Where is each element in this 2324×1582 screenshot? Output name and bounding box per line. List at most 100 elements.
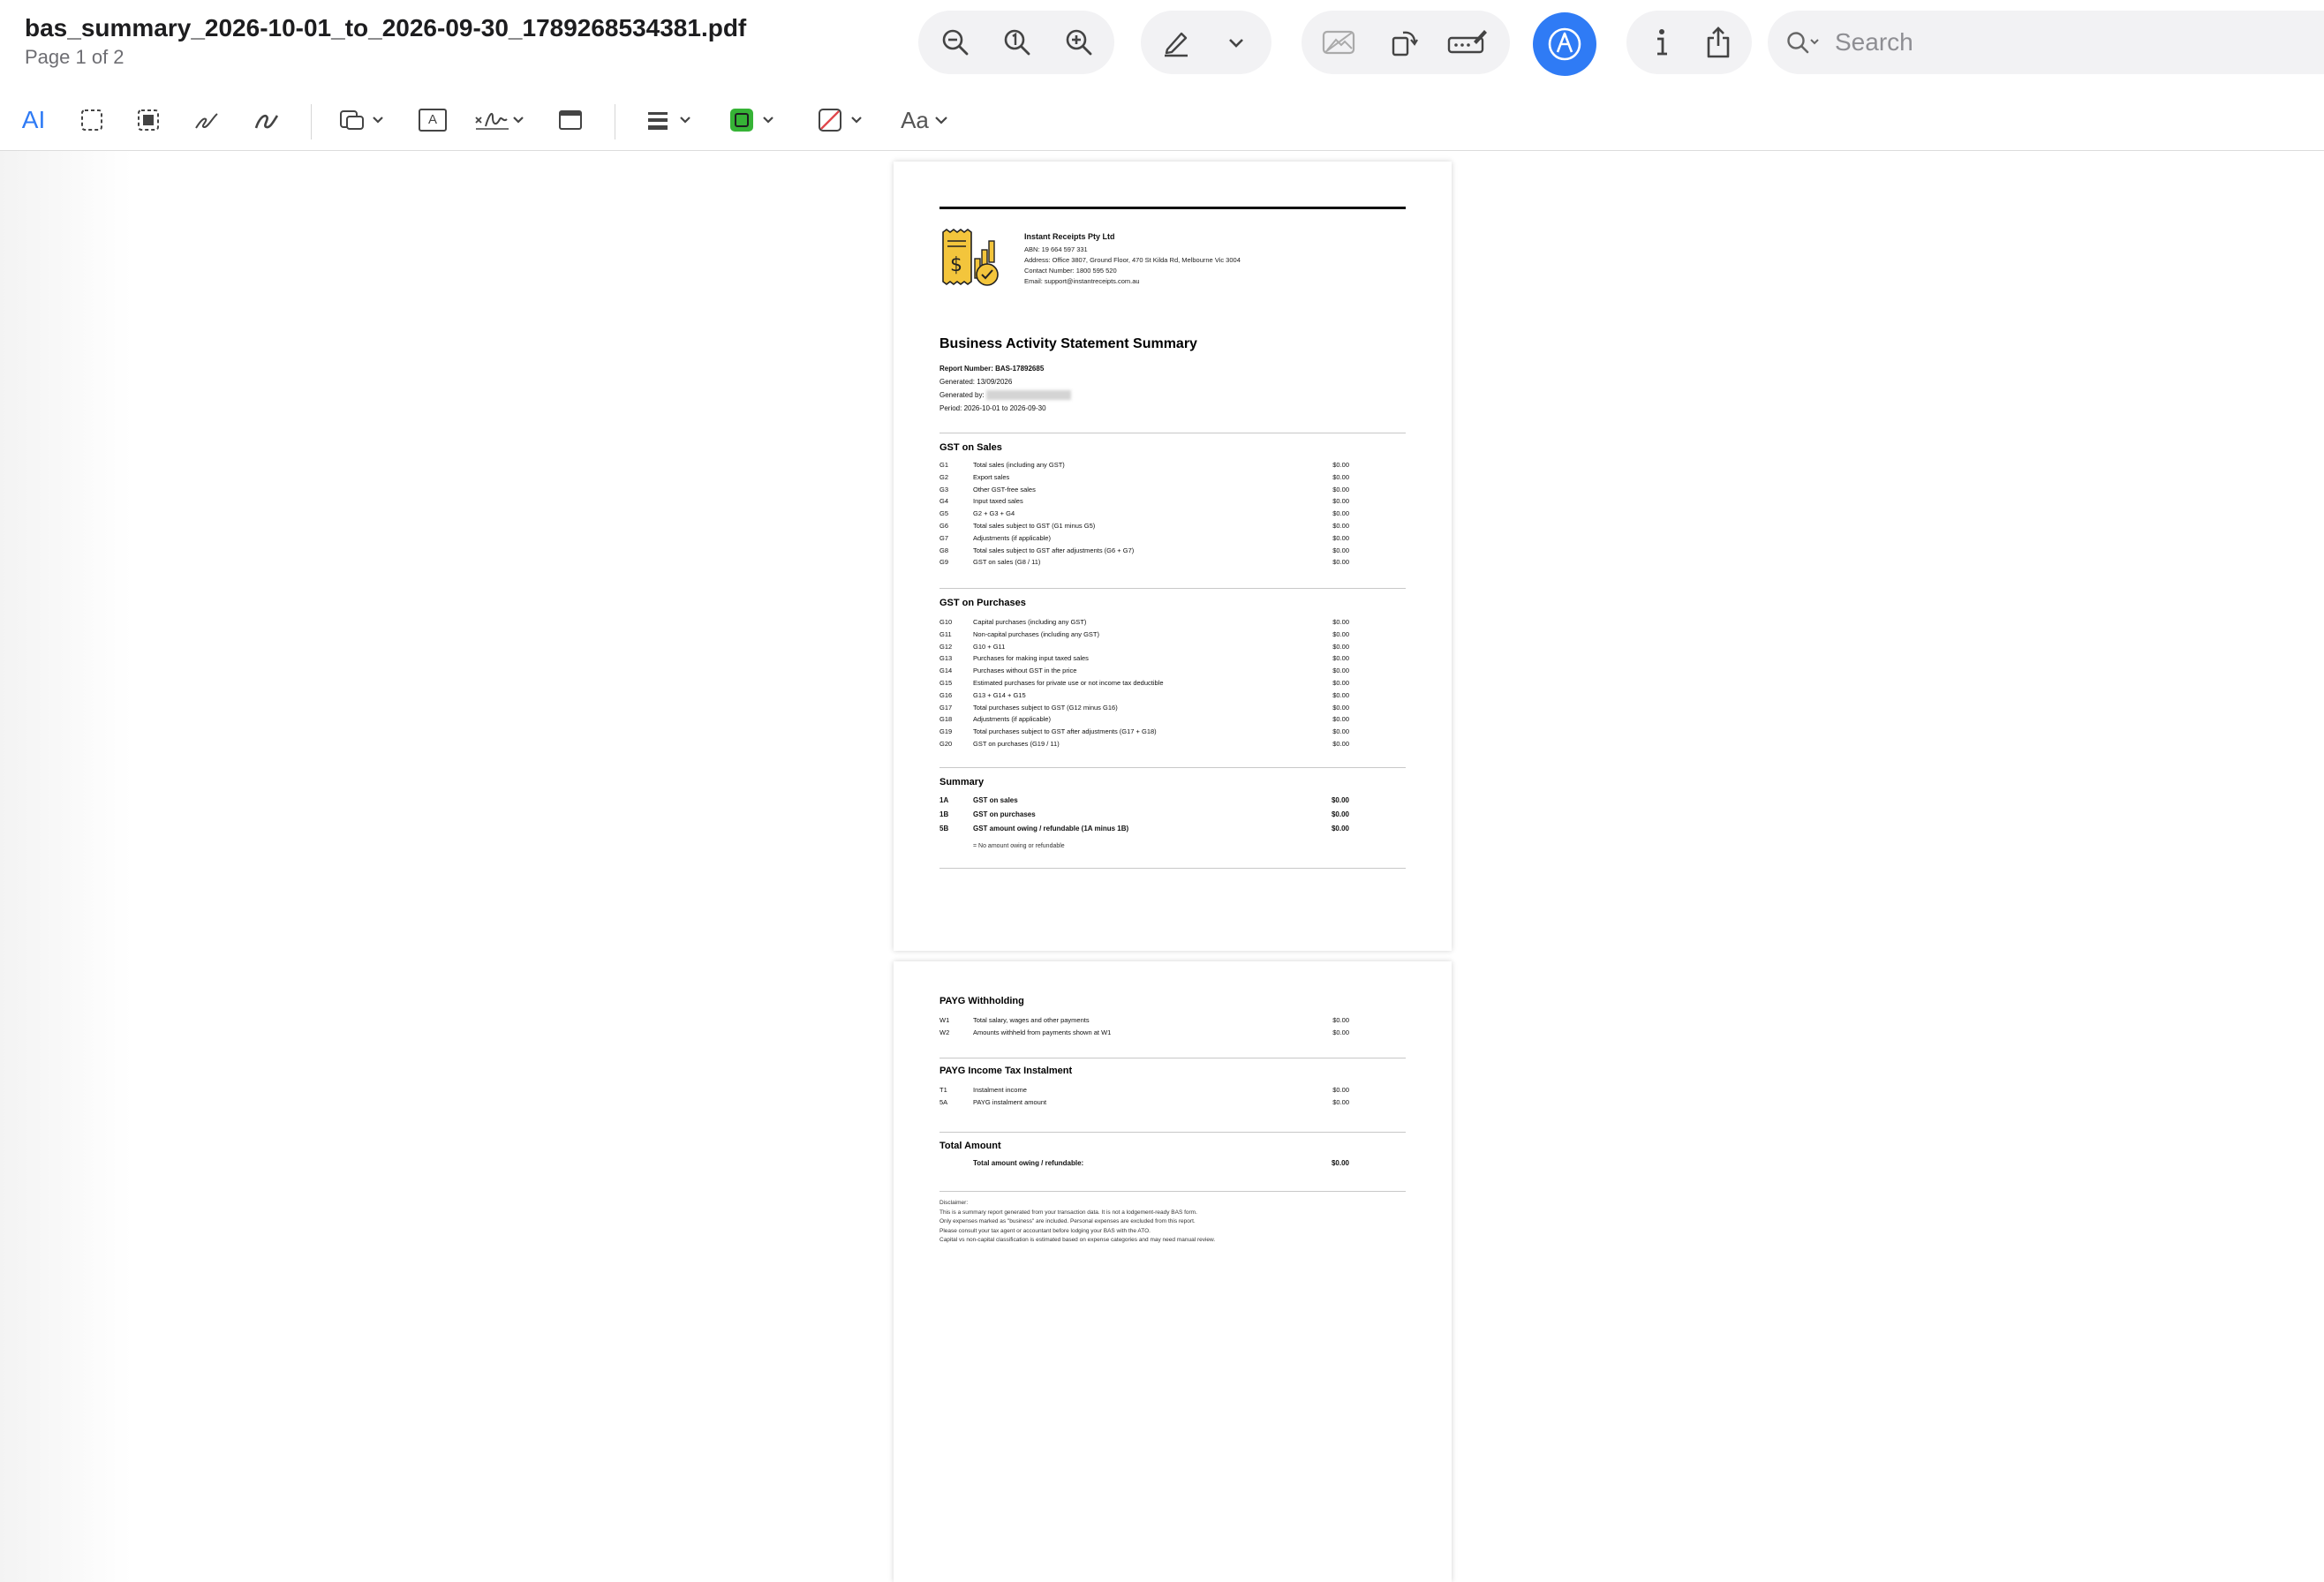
row-code: G10 — [939, 618, 953, 626]
table-row: G1 Total sales (including any GST) $0.00 — [939, 461, 1406, 473]
row-label: Capital purchases (including any GST) — [973, 618, 1087, 626]
rotate-icon — [1392, 31, 1418, 56]
row-amount: $0.00 — [1332, 1098, 1349, 1106]
row-label: Adjustments (if applicable) — [973, 533, 1051, 542]
summary-note: = No amount owing or refundable — [973, 843, 1065, 849]
report-period: Period: 2026-10-01 to 2026-09-30 — [939, 404, 1046, 412]
text-box-tool[interactable]: A — [417, 99, 449, 141]
company-email: Email: support@instantreceipts.com.au — [1024, 277, 1140, 285]
row-label: Total sales subject to GST (G1 minus G5) — [973, 522, 1096, 530]
row-code: G4 — [939, 497, 949, 506]
row-amount: $0.00 — [1332, 546, 1349, 554]
row-code: G7 — [939, 533, 949, 542]
toolbar-separator — [311, 104, 312, 139]
row-code: 5B — [939, 825, 949, 832]
header-rule — [939, 207, 1406, 209]
text-selection-tool[interactable]: AI — [18, 99, 49, 141]
shape-style-tool[interactable] — [645, 99, 698, 141]
table-row: 1B GST on purchases $0.00 — [939, 810, 1406, 823]
share-button[interactable] — [1694, 18, 1743, 67]
company-contact: Contact Number: 1800 595 520 — [1024, 267, 1117, 275]
disclaimer-heading: Disclaimer: — [939, 1200, 969, 1206]
text-selection-label: A — [21, 106, 39, 133]
report-number: Report Number: BAS-17892685 — [939, 365, 1045, 373]
table-row: G20 GST on purchases (G19 / 11) $0.00 — [939, 740, 1406, 752]
rotate-button[interactable] — [1379, 18, 1429, 67]
search-placeholder: Search — [1835, 28, 1913, 56]
rectangular-selection-icon — [81, 109, 102, 131]
table-row: G5 G2 + G3 + G4 $0.00 — [939, 509, 1406, 522]
row-amount: $0.00 — [1332, 642, 1349, 651]
section-divider — [939, 588, 1406, 589]
info-share-controls — [1626, 11, 1752, 74]
info-icon — [1657, 29, 1667, 56]
actual-size-icon — [1004, 29, 1030, 56]
text-style-tool[interactable]: Aa — [897, 99, 952, 141]
row-code: G13 — [939, 654, 953, 663]
row-amount: $0.00 — [1332, 497, 1349, 506]
row-label: Instalment income — [973, 1086, 1027, 1094]
rectangular-selection-tool[interactable] — [76, 99, 108, 141]
smart-lasso-tool[interactable] — [132, 99, 164, 141]
row-label: Export sales — [973, 472, 1010, 481]
row-amount: $0.00 — [1332, 740, 1349, 748]
text-selection-icon: AI — [21, 106, 46, 133]
row-amount: $0.00 — [1332, 618, 1349, 626]
pdf-page-1[interactable]: $ Instant Receipts Pty Ltd ABN: 19 664 5… — [894, 162, 1452, 951]
row-amount: $0.00 — [1332, 679, 1349, 687]
search-field[interactable]: Search — [1768, 11, 2324, 74]
row-amount: $0.00 — [1332, 690, 1349, 699]
pdf-page-2[interactable]: PAYG Withholding W1 Total salary, wages a… — [894, 961, 1452, 1582]
row-label: G10 + G11 — [973, 642, 1006, 651]
generated-date: Generated: 13/09/2026 — [939, 378, 1013, 386]
row-code: G6 — [939, 522, 949, 530]
summary-heading: Summary — [939, 777, 985, 787]
row-amount: $0.00 — [1332, 509, 1349, 518]
note-icon — [559, 110, 582, 130]
row-code: G3 — [939, 485, 949, 493]
row-amount: $0.00 — [1332, 727, 1349, 736]
row-label: Total salary, wages and other payments — [973, 1016, 1090, 1024]
draw-tool[interactable] — [251, 99, 283, 141]
info-button[interactable] — [1637, 18, 1686, 67]
table-row: G9 GST on sales (G8 / 11) $0.00 — [939, 558, 1406, 570]
total-amount-heading: Total Amount — [939, 1141, 1001, 1151]
sketch-tool[interactable] — [191, 99, 223, 141]
draw-icon — [254, 114, 279, 129]
zoom-out-button[interactable] — [931, 18, 980, 67]
table-row: G10 Capital purchases (including any GST)… — [939, 618, 1406, 630]
table-row: W1 Total salary, wages and other payments… — [939, 1016, 1406, 1028]
row-label: Total sales (including any GST) — [973, 461, 1065, 469]
row-amount: $0.00 — [1332, 715, 1349, 724]
row-code: G12 — [939, 642, 953, 651]
total-amount-row: Total amount owing / refundable: $0.00 — [939, 1159, 1406, 1171]
gst-purchases-heading: GST on Purchases — [939, 598, 1026, 608]
highlight-options-button[interactable] — [1211, 18, 1261, 67]
redact-button[interactable] — [1314, 18, 1363, 67]
sign-field-icon — [1447, 30, 1487, 54]
document-title[interactable]: bas_summary_2026-10-01_to_2026-09-30_178… — [25, 14, 746, 42]
markup-icon — [1548, 27, 1581, 61]
note-tool[interactable] — [555, 99, 586, 141]
table-row: 5A PAYG instalment amount $0.00 — [939, 1098, 1406, 1111]
zoom-in-button[interactable] — [1054, 18, 1104, 67]
search-icon — [1787, 32, 1819, 54]
row-label: Other GST-free sales — [973, 485, 1036, 493]
company-address: Address: Office 3807, Ground Floor, 470 … — [1024, 256, 1241, 264]
row-code: G2 — [939, 472, 949, 481]
disclaimer-line: Capital vs non-capital classification is… — [939, 1237, 1216, 1243]
table-row: G4 Input taxed sales $0.00 — [939, 497, 1406, 509]
border-color-tool[interactable] — [728, 99, 781, 141]
markup-toggle-button[interactable] — [1533, 12, 1596, 76]
highlight-button[interactable] — [1151, 18, 1201, 67]
row-label: GST on purchases — [973, 810, 1036, 818]
row-code: G20 — [939, 740, 953, 748]
actual-size-button[interactable] — [992, 18, 1042, 67]
row-code: G1 — [939, 461, 949, 469]
row-label: Input taxed sales — [973, 497, 1023, 506]
fill-color-tool[interactable] — [816, 99, 869, 141]
signature-tool[interactable] — [473, 99, 528, 141]
sign-field-button[interactable] — [1443, 18, 1492, 67]
row-label: Total purchases subject to GST (G12 minu… — [973, 703, 1118, 712]
shapes-tool[interactable] — [337, 99, 390, 141]
